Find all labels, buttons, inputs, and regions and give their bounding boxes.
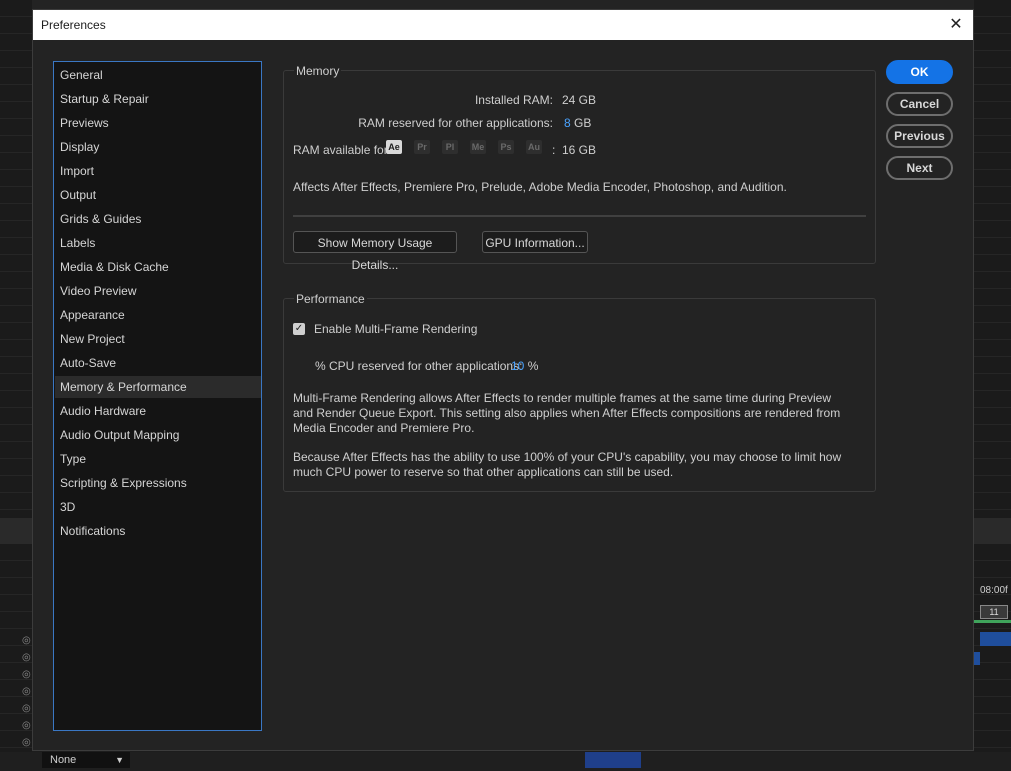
pickwhip-icon: ◎	[22, 686, 31, 697]
multi-frame-rendering-label[interactable]: Enable Multi-Frame Rendering	[314, 322, 477, 336]
parent-dropdown-value: None	[50, 754, 77, 766]
dialog-titlebar: Preferences ✕	[33, 10, 973, 40]
affects-text: Affects After Effects, Premiere Pro, Pre…	[293, 180, 787, 194]
category-item-auto-save[interactable]: Auto-Save	[55, 352, 261, 374]
category-item-scripting-expressions[interactable]: Scripting & Expressions	[55, 472, 261, 494]
premiere-pro-icon: Pr	[414, 140, 430, 154]
prelude-icon: Pl	[442, 140, 458, 154]
gpu-information-button[interactable]: GPU Information...	[482, 231, 588, 253]
ram-available-separator: :	[552, 143, 556, 157]
layer-bar[interactable]	[974, 652, 980, 665]
layer-bar[interactable]	[980, 632, 1011, 646]
media-encoder-icon: Me	[470, 140, 486, 154]
category-item-startup-repair[interactable]: Startup & Repair	[55, 88, 261, 110]
category-item-audio-hardware[interactable]: Audio Hardware	[55, 400, 261, 422]
layer-bar[interactable]	[585, 752, 641, 768]
category-item-type[interactable]: Type	[55, 448, 261, 470]
category-item-memory-performance[interactable]: Memory & Performance	[55, 376, 261, 398]
memory-divider	[293, 215, 866, 217]
category-list: General Startup & Repair Previews Displa…	[53, 61, 262, 731]
ram-reserved-unit: GB	[574, 116, 592, 130]
category-item-audio-output-mapping[interactable]: Audio Output Mapping	[55, 424, 261, 446]
installed-ram-label: Installed RAM:	[474, 93, 553, 107]
category-item-labels[interactable]: Labels	[55, 232, 261, 254]
ram-available-label: RAM available for	[293, 143, 388, 157]
performance-group: Performance ✓ Enable Multi-Frame Renderi…	[283, 292, 876, 492]
mfr-description: Multi-Frame Rendering allows After Effec…	[293, 391, 841, 435]
work-area-bar	[974, 620, 1011, 623]
ram-available-value: 16 GB	[562, 143, 597, 157]
preferences-dialog: Preferences ✕ General Startup & Repair P…	[32, 9, 974, 751]
category-item-video-preview[interactable]: Video Preview	[55, 280, 261, 302]
app-panel-divider-right	[974, 518, 1011, 544]
installed-ram-value: 24 GB	[562, 93, 597, 107]
ok-button[interactable]: OK	[886, 60, 953, 84]
pickwhip-icon: ◎	[22, 720, 31, 731]
multi-frame-rendering-checkbox[interactable]: ✓	[293, 323, 305, 335]
category-item-output[interactable]: Output	[55, 184, 261, 206]
cpu-description: Because After Effects has the ability to…	[293, 450, 842, 479]
photoshop-icon: Ps	[498, 140, 514, 154]
audition-icon: Au	[526, 140, 542, 154]
category-item-appearance[interactable]: Appearance	[55, 304, 261, 326]
after-effects-icon: Ae	[386, 140, 402, 154]
close-icon[interactable]: ✕	[945, 14, 967, 36]
previous-button[interactable]: Previous	[886, 124, 953, 148]
cancel-button[interactable]: Cancel	[886, 92, 953, 116]
category-item-import[interactable]: Import	[55, 160, 261, 182]
timeline-timecode: 08:00f	[980, 585, 1008, 596]
pickwhip-icon: ◎	[22, 703, 31, 714]
app-bottom-strip	[0, 752, 1011, 771]
category-item-general[interactable]: General	[55, 64, 261, 86]
app-panel-divider	[0, 518, 32, 544]
chevron-down-icon: ▼	[115, 755, 124, 765]
current-time-indicator[interactable]: 11	[980, 605, 1008, 619]
category-item-3d[interactable]: 3D	[55, 496, 261, 518]
category-item-grids-guides[interactable]: Grids & Guides	[55, 208, 261, 230]
show-memory-usage-button[interactable]: Show Memory Usage Details...	[293, 231, 457, 272]
layer-parent-icons: ◎ ◎ ◎ ◎ ◎ ◎ ◎	[22, 635, 32, 754]
category-item-previews[interactable]: Previews	[55, 112, 261, 134]
category-item-new-project[interactable]: New Project	[55, 328, 261, 350]
next-button[interactable]: Next	[886, 156, 953, 180]
cpu-reserved-label: % CPU reserved for other applications:	[315, 359, 523, 373]
cpu-reserved-input[interactable]: 10	[511, 359, 524, 373]
pickwhip-icon: ◎	[22, 635, 31, 646]
pickwhip-icon: ◎	[22, 737, 31, 748]
dialog-title: Preferences	[41, 18, 106, 32]
memory-group: Memory Installed RAM: 24 GB RAM reserved…	[283, 64, 876, 272]
ram-reserved-input[interactable]: 8	[564, 116, 571, 130]
ram-reserved-label: RAM reserved for other applications:	[358, 116, 553, 130]
cpu-reserved-unit: %	[527, 359, 539, 373]
performance-group-label: Performance	[294, 292, 367, 306]
pickwhip-icon: ◎	[22, 652, 31, 663]
category-item-notifications[interactable]: Notifications	[55, 520, 261, 542]
pickwhip-icon: ◎	[22, 669, 31, 680]
category-item-display[interactable]: Display	[55, 136, 261, 158]
parent-dropdown[interactable]: None ▼	[42, 752, 130, 768]
category-item-media-disk-cache[interactable]: Media & Disk Cache	[55, 256, 261, 278]
memory-group-label: Memory	[294, 64, 342, 78]
